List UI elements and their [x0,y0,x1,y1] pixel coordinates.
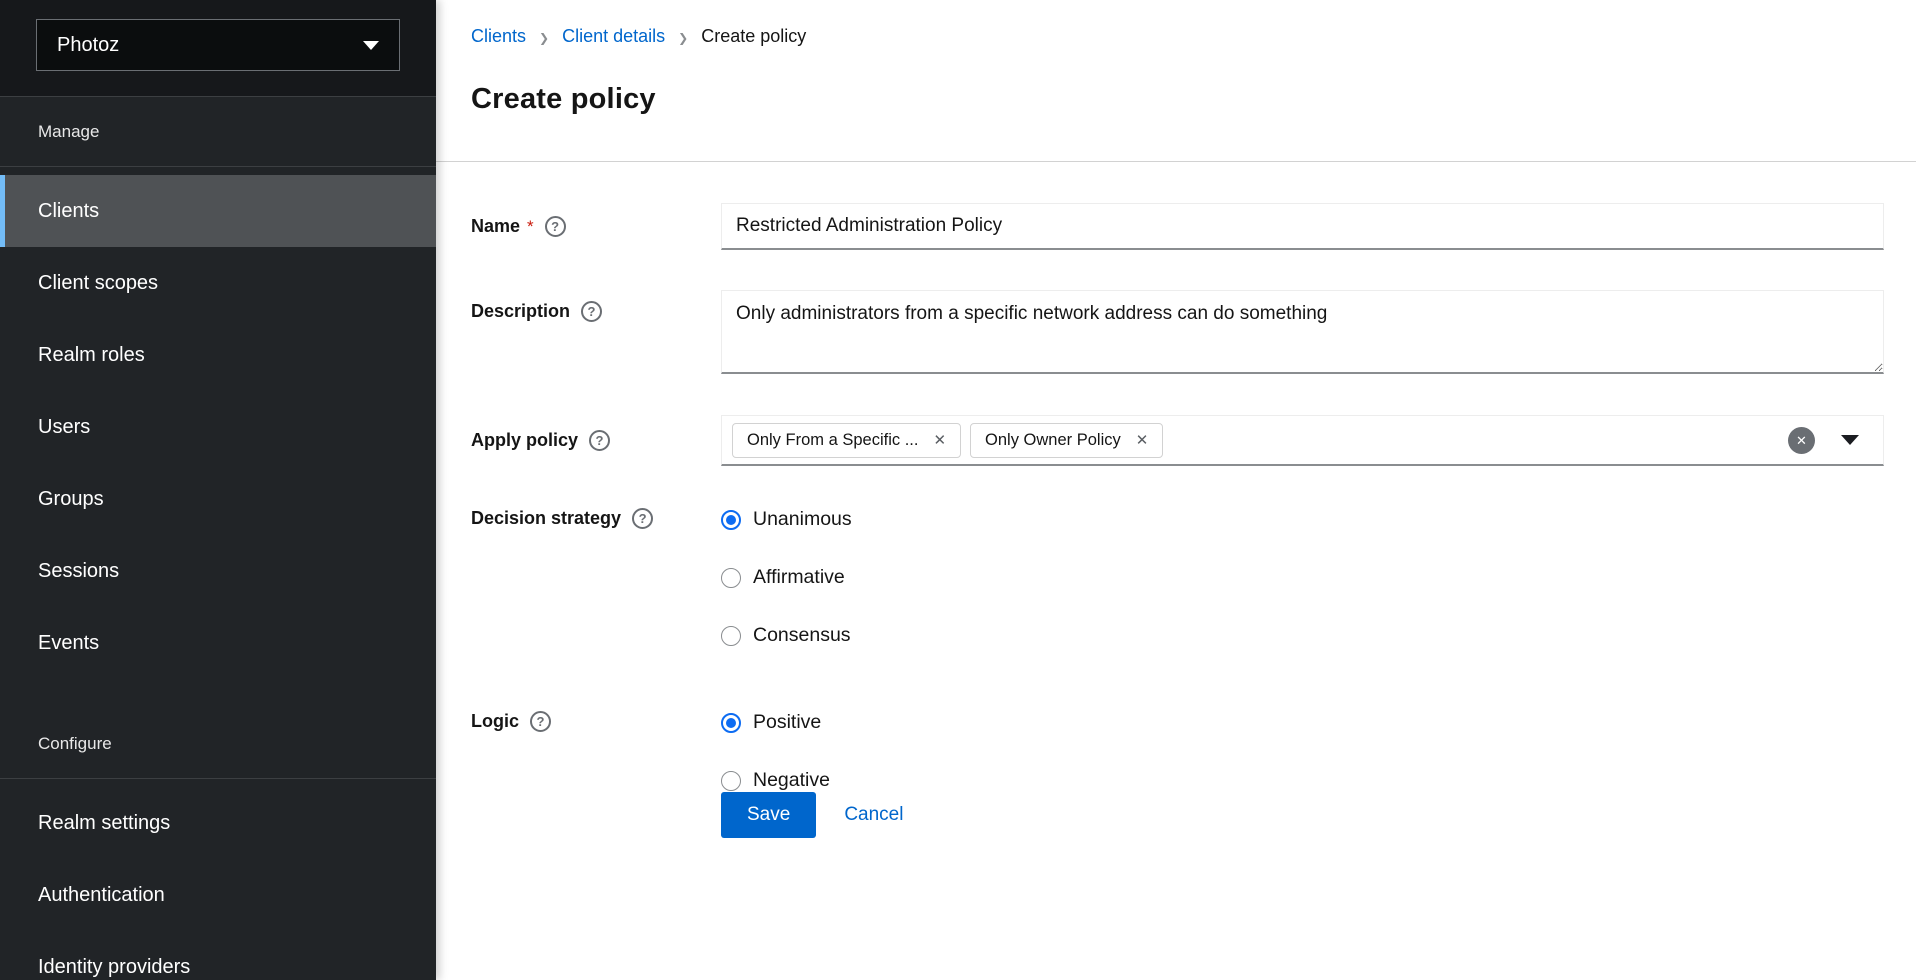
radio-affirmative[interactable]: Affirmative [721,566,1884,589]
apply-policy-label: Apply policy [471,430,578,451]
decision-strategy-options: Unanimous Affirmative Consensus [721,508,1884,647]
logic-label: Logic [471,711,519,732]
logic-options: Positive Negative [721,711,1884,792]
form-actions: Save Cancel [721,792,1884,838]
sidebar-item-clients[interactable]: Clients [0,175,436,247]
realm-selector-dropdown[interactable]: Photoz [36,19,400,71]
logic-label-group: Logic ? [471,711,721,792]
description-label-group: Description ? [471,290,721,374]
name-field-col [721,203,1884,250]
selected-policy-chips: Only From a Specific ... ✕ Only Owner Po… [732,423,1163,458]
sidebar-masthead: Photoz [0,0,436,97]
radio-negative[interactable]: Negative [721,769,1884,792]
chevron-right-icon: ❯ [539,29,549,45]
apply-policy-row: Apply policy ? Only From a Specific ... … [471,415,1884,466]
sidebar-item-sessions[interactable]: Sessions [0,535,436,607]
breadcrumb-link-clients[interactable]: Clients [471,26,526,47]
apply-policy-label-group: Apply policy ? [471,415,721,466]
radio-unanimous[interactable]: Unanimous [721,508,1884,531]
sidebar-item-users[interactable]: Users [0,391,436,463]
policy-chip-label: Only Owner Policy [985,431,1121,450]
chip-close-icon[interactable]: ✕ [933,433,946,448]
name-label-group: Name * ? [471,203,721,250]
sidebar-item-realm-settings[interactable]: Realm settings [0,787,436,859]
chip-close-icon[interactable]: ✕ [1136,433,1149,448]
radio-consensus[interactable]: Consensus [721,624,1884,647]
radio-label: Consensus [753,624,851,647]
page-header: Clients ❯ Client details ❯ Create policy… [436,0,1916,162]
breadcrumb: Clients ❯ Client details ❯ Create policy [471,26,1881,47]
actions-row: Save Cancel [471,792,1884,838]
name-input[interactable] [721,203,1884,250]
description-row: Description ? Only administrators from a… [471,290,1884,374]
radio-button-icon [721,568,741,588]
policy-chip: Only Owner Policy ✕ [970,423,1163,458]
breadcrumb-current: Create policy [701,26,806,47]
radio-label: Positive [753,711,821,734]
description-textarea[interactable]: Only administrators from a specific netw… [721,290,1884,374]
policy-chip-label: Only From a Specific ... [747,431,918,450]
sidebar-item-authentication[interactable]: Authentication [0,859,436,931]
sidebar: Photoz Manage Clients Client scopes Real… [0,0,436,980]
chevron-down-icon[interactable] [1841,435,1859,445]
policy-chip: Only From a Specific ... ✕ [732,423,961,458]
help-icon[interactable]: ? [581,301,602,322]
multiselect-controls: ✕ [1788,427,1867,454]
radio-button-icon [721,713,741,733]
clear-all-icon[interactable]: ✕ [1788,427,1815,454]
required-indicator: * [527,217,534,237]
nav-list-configure: Realm settings Authentication Identity p… [0,779,436,980]
radio-label: Affirmative [753,566,845,589]
actions-spacer [471,792,721,838]
help-icon[interactable]: ? [589,430,610,451]
chevron-right-icon: ❯ [678,29,688,45]
realm-name: Photoz [57,34,119,57]
save-button[interactable]: Save [721,792,816,838]
name-label: Name [471,216,520,237]
sidebar-nav: Manage Clients Client scopes Realm roles… [0,97,436,980]
sidebar-item-realm-roles[interactable]: Realm roles [0,319,436,391]
sidebar-item-identity-providers[interactable]: Identity providers [0,931,436,980]
help-icon[interactable]: ? [530,711,551,732]
description-field-col: Only administrators from a specific netw… [721,290,1884,374]
help-icon[interactable]: ? [545,216,566,237]
help-icon[interactable]: ? [632,508,653,529]
nav-list-manage: Clients Client scopes Realm roles Users … [0,167,436,679]
breadcrumb-link-client-details[interactable]: Client details [562,26,665,47]
sidebar-item-groups[interactable]: Groups [0,463,436,535]
nav-section-title-manage: Manage [0,97,436,167]
sidebar-item-events[interactable]: Events [0,607,436,679]
page-title: Create policy [471,83,1881,116]
decision-strategy-label-group: Decision strategy ? [471,508,721,647]
chevron-down-icon [363,41,379,50]
radio-button-icon [721,510,741,530]
radio-button-icon [721,771,741,791]
main-content: Clients ❯ Client details ❯ Create policy… [436,0,1916,980]
radio-label: Negative [753,769,830,792]
radio-positive[interactable]: Positive [721,711,1884,734]
nav-section-title-configure: Configure [0,709,436,779]
apply-policy-field-col: Only From a Specific ... ✕ Only Owner Po… [721,415,1884,466]
logic-row: Logic ? Positive Negative [471,711,1884,792]
apply-policy-multiselect[interactable]: Only From a Specific ... ✕ Only Owner Po… [721,415,1884,466]
description-label: Description [471,301,570,322]
radio-label: Unanimous [753,508,852,531]
radio-button-icon [721,626,741,646]
actions-col: Save Cancel [721,792,1884,838]
create-policy-form: Name * ? Description ? Only administrato… [436,162,1916,838]
decision-strategy-label: Decision strategy [471,508,621,529]
sidebar-item-client-scopes[interactable]: Client scopes [0,247,436,319]
decision-strategy-row: Decision strategy ? Unanimous Affirmativ… [471,508,1884,647]
name-row: Name * ? [471,203,1884,250]
cancel-button[interactable]: Cancel [844,804,903,826]
